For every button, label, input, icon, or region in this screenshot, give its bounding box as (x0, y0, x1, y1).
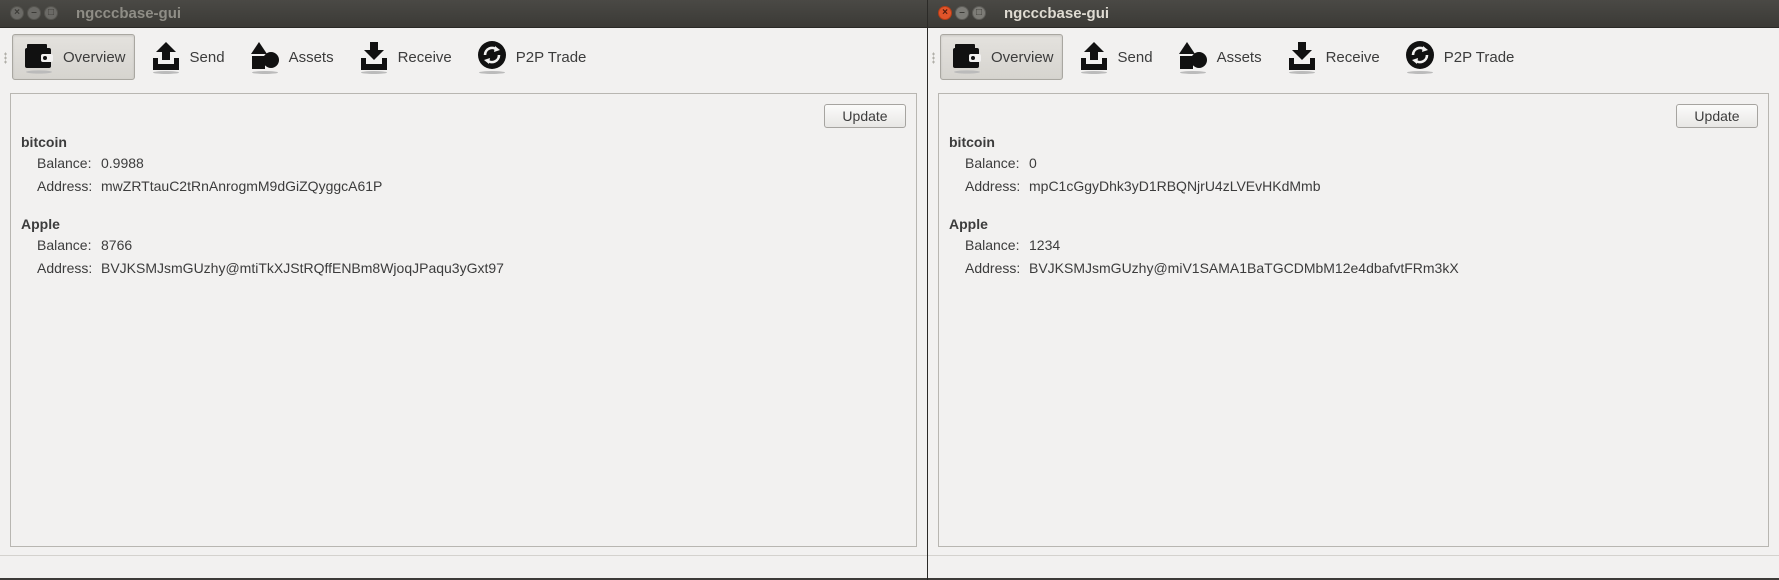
balance-row: Balance: 0.9988 (21, 152, 382, 175)
tab-send-label: Send (1117, 48, 1153, 66)
overview-panel: Update bitcoin Balance: 0 Address: mpC1c… (938, 93, 1769, 547)
tab-assets[interactable]: Assets (238, 34, 343, 80)
balance-label: Balance: (37, 237, 92, 253)
tab-p2p-trade-label: P2P Trade (1443, 48, 1515, 66)
tab-send-label: Send (189, 48, 225, 66)
balance-label: Balance: (37, 155, 92, 171)
wallet-icon (23, 40, 55, 74)
balance-value: 8766 (101, 237, 133, 253)
toolbar-grip[interactable] (4, 52, 7, 64)
tab-assets[interactable]: Assets (1166, 34, 1271, 80)
maximize-icon[interactable]: □ (44, 6, 58, 20)
asset-block-bitcoin: bitcoin Balance: 0 Address: mpC1cGgyDhk3… (949, 132, 1320, 198)
close-icon[interactable]: × (938, 6, 952, 20)
asset-block-apple: Apple Balance: 8766 Address: BVJKSMJsmGU… (21, 214, 504, 280)
download-tray-icon (1286, 40, 1318, 74)
address-label: Address: (37, 260, 93, 276)
status-bar (0, 555, 927, 580)
address-value[interactable]: mwZRTtauC2tRnAnrogmM9dGiZQyggcA61P (101, 175, 382, 198)
tab-send[interactable]: Send (139, 34, 234, 80)
exchange-icon (1404, 40, 1436, 74)
address-value[interactable]: mpC1cGgyDhk3yD1RBQNjrU4zLVEvHKdMmb (1029, 175, 1320, 198)
asset-block-bitcoin: bitcoin Balance: 0.9988 Address: mwZRTta… (21, 132, 382, 198)
asset-name: Apple (21, 216, 60, 232)
balance-label: Balance: (965, 155, 1020, 171)
shapes-icon (249, 40, 281, 74)
asset-name: bitcoin (949, 134, 995, 150)
window-title: ngcccbase-gui (76, 5, 182, 22)
download-tray-icon (358, 40, 390, 74)
upload-tray-icon (1078, 40, 1110, 74)
toolbar-grip[interactable] (932, 52, 935, 64)
wallet-window-right: × – □ ngcccbase-gui Overview Send Assets… (928, 0, 1779, 580)
tab-receive[interactable]: Receive (347, 34, 461, 80)
balance-label: Balance: (965, 237, 1020, 253)
tab-overview-label: Overview (63, 48, 126, 66)
address-row: Address: BVJKSMJsmGUzhy@miV1SAMA1BaTGCDM… (949, 257, 1459, 280)
title-bar[interactable]: × – □ ngcccbase-gui (0, 0, 927, 28)
toolbar: Overview Send Assets Receive P2P Trade (928, 28, 1779, 86)
balance-value: 0 (1029, 155, 1037, 171)
wallet-window-left: × – □ ngcccbase-gui Overview Send Assets… (0, 0, 927, 580)
minimize-icon[interactable]: – (27, 6, 41, 20)
asset-name: bitcoin (21, 134, 67, 150)
shapes-icon (1177, 40, 1209, 74)
balance-value: 1234 (1029, 237, 1061, 253)
address-label: Address: (965, 178, 1021, 194)
tab-overview[interactable]: Overview (12, 34, 135, 80)
tab-receive[interactable]: Receive (1275, 34, 1389, 80)
tab-assets-label: Assets (288, 48, 334, 66)
address-row: Address: mpC1cGgyDhk3yD1RBQNjrU4zLVEvHKd… (949, 175, 1320, 198)
address-row: Address: BVJKSMJsmGUzhy@mtiTkXJStRQffENB… (21, 257, 504, 280)
tab-send[interactable]: Send (1067, 34, 1162, 80)
exchange-icon (476, 40, 508, 74)
tab-p2p-trade[interactable]: P2P Trade (465, 34, 596, 80)
address-row: Address: mwZRTtauC2tRnAnrogmM9dGiZQyggcA… (21, 175, 382, 198)
balance-row: Balance: 0 (949, 152, 1320, 175)
tab-assets-label: Assets (1216, 48, 1262, 66)
address-label: Address: (965, 260, 1021, 276)
balance-row: Balance: 1234 (949, 234, 1459, 257)
tab-overview[interactable]: Overview (940, 34, 1063, 80)
update-button[interactable]: Update (824, 104, 906, 128)
tab-receive-label: Receive (1325, 48, 1380, 66)
toolbar: Overview Send Assets Receive P2P Trade (0, 28, 927, 86)
asset-block-apple: Apple Balance: 1234 Address: BVJKSMJsmGU… (949, 214, 1459, 280)
balance-value: 0.9988 (101, 155, 144, 171)
title-bar[interactable]: × – □ ngcccbase-gui (928, 0, 1779, 28)
status-bar (928, 555, 1779, 580)
tab-p2p-trade-label: P2P Trade (515, 48, 587, 66)
balance-row: Balance: 8766 (21, 234, 504, 257)
update-button[interactable]: Update (1676, 104, 1758, 128)
wallet-icon (951, 40, 983, 74)
minimize-icon[interactable]: – (955, 6, 969, 20)
tab-overview-label: Overview (991, 48, 1054, 66)
asset-name: Apple (949, 216, 988, 232)
address-label: Address: (37, 178, 93, 194)
close-icon[interactable]: × (10, 6, 24, 20)
address-value[interactable]: BVJKSMJsmGUzhy@miV1SAMA1BaTGCDMbM12e4dba… (1029, 257, 1459, 280)
tab-receive-label: Receive (397, 48, 452, 66)
overview-panel: Update bitcoin Balance: 0.9988 Address: … (10, 93, 917, 547)
tab-p2p-trade[interactable]: P2P Trade (1393, 34, 1524, 80)
maximize-icon[interactable]: □ (972, 6, 986, 20)
address-value[interactable]: BVJKSMJsmGUzhy@mtiTkXJStRQffENBm8WjoqJPa… (101, 257, 504, 280)
upload-tray-icon (150, 40, 182, 74)
window-title: ngcccbase-gui (1004, 5, 1110, 22)
